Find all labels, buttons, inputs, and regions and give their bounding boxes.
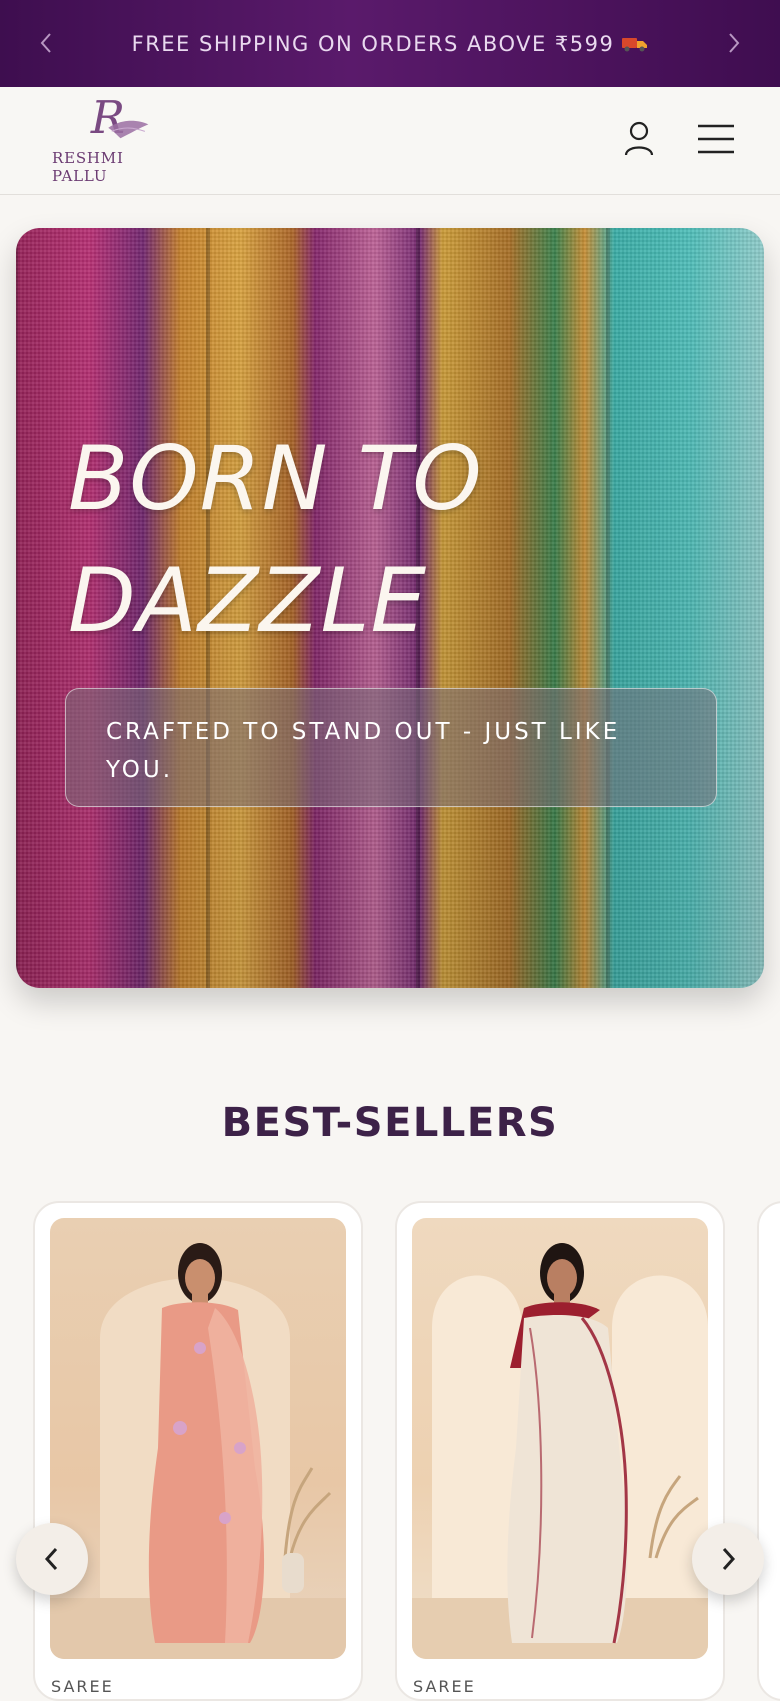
- chevron-right-icon: [722, 1547, 736, 1571]
- account-button[interactable]: [617, 117, 661, 161]
- chevron-left-icon: [44, 1547, 58, 1571]
- saree-model-illustration: [412, 1243, 708, 1659]
- chevron-right-icon: [729, 33, 740, 53]
- announcement-message[interactable]: FREE SHIPPING ON ORDERS ABOVE ₹599: [132, 32, 649, 56]
- product-card-partial[interactable]: [757, 1201, 780, 1701]
- truck-icon: [622, 37, 648, 51]
- best-sellers-next-button[interactable]: [692, 1523, 764, 1595]
- hero-title-line1: BORN TO: [68, 427, 483, 530]
- announcement-text: FREE SHIPPING ON ORDERS ABOVE ₹599: [131, 31, 615, 56]
- chevron-left-icon: [40, 33, 51, 53]
- hero-subtitle-panel: CRAFTED TO STAND OUT - JUST LIKE YOU.: [65, 688, 717, 807]
- product-image[interactable]: [412, 1218, 708, 1659]
- product-category: SAREE: [413, 1677, 476, 1696]
- user-icon: [624, 121, 654, 156]
- site-header: R RESHMI PALLU: [0, 87, 780, 195]
- saree-model-illustration: [50, 1243, 346, 1659]
- menu-button[interactable]: [694, 117, 738, 161]
- hero-title-line2: DAZZLE: [68, 549, 428, 652]
- hero-subtitle: CRAFTED TO STAND OUT - JUST LIKE YOU.: [106, 719, 621, 783]
- hamburger-menu-icon: [698, 124, 734, 154]
- product-card[interactable]: SAREE: [395, 1201, 725, 1701]
- product-image[interactable]: [50, 1218, 346, 1659]
- best-sellers-prev-button[interactable]: [16, 1523, 88, 1595]
- announcement-next-button[interactable]: [721, 30, 747, 56]
- announcement-prev-button[interactable]: [33, 30, 59, 56]
- best-sellers-title: BEST-SELLERS: [221, 1100, 559, 1146]
- hero-banner[interactable]: BORN TO DAZZLE CRAFTED TO STAND OUT - JU…: [16, 228, 764, 988]
- product-card[interactable]: SAREE: [33, 1201, 363, 1701]
- brand-name: RESHMI PALLU: [52, 149, 124, 185]
- product-category: SAREE: [51, 1677, 114, 1696]
- hero-title: BORN TO DAZZLE: [68, 418, 708, 662]
- brand-logo-mark: R: [90, 93, 149, 144]
- brand-logo[interactable]: R RESHMI PALLU: [52, 93, 182, 185]
- announcement-bar: FREE SHIPPING ON ORDERS ABOVE ₹599: [0, 0, 780, 87]
